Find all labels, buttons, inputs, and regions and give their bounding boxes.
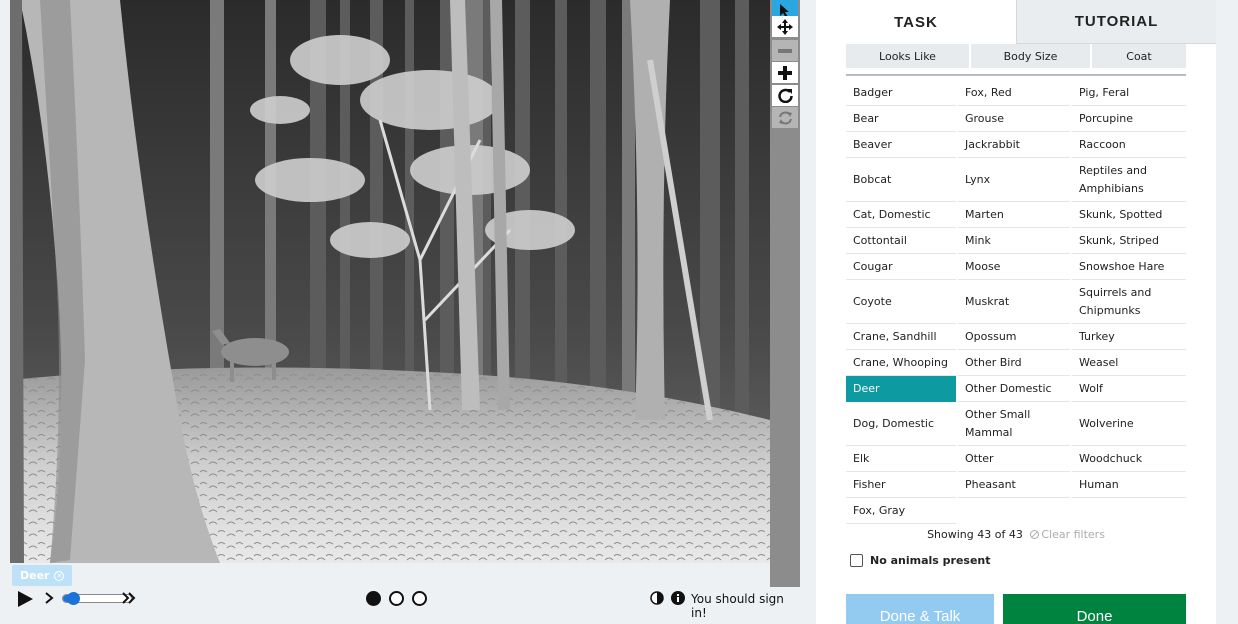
subject-tag[interactable]: Deer ✕ — [12, 565, 73, 586]
zoom-out-button[interactable] — [772, 40, 798, 61]
species-option[interactable]: Coyote — [846, 280, 956, 324]
play-icon[interactable] — [16, 590, 34, 608]
species-option[interactable]: Mink — [958, 228, 1070, 254]
species-option[interactable]: Lynx — [958, 158, 1070, 202]
species-option[interactable]: Raccoon — [1072, 132, 1186, 158]
classifier-page: Deer ✕ You should sign in! TASK TUTORIAL… — [0, 0, 1238, 624]
viewer-toolbar — [770, 0, 800, 587]
species-option[interactable]: Other Small Mammal — [958, 402, 1070, 446]
species-option[interactable]: Crane, Whooping — [846, 350, 956, 376]
filter-looks-like[interactable]: Looks Like — [846, 44, 969, 68]
species-option[interactable]: Badger — [846, 80, 956, 106]
done-and-talk-button[interactable]: Done & Talk — [846, 594, 994, 624]
species-option[interactable]: Pheasant — [958, 472, 1070, 498]
species-option[interactable]: Fox, Red — [958, 80, 1070, 106]
species-option[interactable]: Wolf — [1072, 376, 1186, 402]
species-option[interactable]: Reptiles and Amphibians — [1072, 158, 1186, 202]
filter-bar: Looks Like Body Size Coat — [846, 44, 1186, 68]
frame-selector — [366, 591, 427, 606]
species-option[interactable]: Beaver — [846, 132, 956, 158]
species-option[interactable]: Bobcat — [846, 158, 956, 202]
species-option[interactable]: Wolverine — [1072, 402, 1186, 446]
tab-task[interactable]: TASK — [816, 0, 1016, 44]
reset-icon — [778, 111, 792, 124]
showing-count: Showing 43 of 43 Clear filters — [846, 528, 1186, 541]
species-option[interactable]: Porcupine — [1072, 106, 1186, 132]
species-option[interactable]: Crane, Sandhill — [846, 324, 956, 350]
no-animals-label: No animals present — [870, 554, 991, 567]
move-icon — [777, 18, 793, 35]
species-option[interactable]: Cougar — [846, 254, 956, 280]
reset-button[interactable] — [772, 107, 798, 128]
species-option[interactable]: Grouse — [958, 106, 1070, 132]
species-grid: Badger Bear Beaver Bobcat Cat, Domestic Cotto… — [846, 80, 1186, 524]
subject-tag-label: Deer — [20, 569, 50, 582]
no-animals-checkbox[interactable] — [850, 554, 863, 567]
no-animals-option[interactable]: No animals present — [850, 554, 991, 567]
species-option[interactable]: Snowshoe Hare — [1072, 254, 1186, 280]
species-option[interactable]: Skunk, Spotted — [1072, 202, 1186, 228]
species-option[interactable]: Turkey — [1072, 324, 1186, 350]
frame-dot[interactable] — [389, 591, 404, 606]
species-option[interactable]: Squirrels and Chipmunks — [1072, 280, 1186, 324]
species-option[interactable]: Bear — [846, 106, 956, 132]
species-option[interactable]: Deer — [846, 376, 956, 402]
tab-tutorial[interactable]: TUTORIAL — [1016, 0, 1216, 44]
species-option[interactable]: Dog, Domestic — [846, 402, 956, 446]
camera-trap-photo — [10, 0, 770, 563]
zoom-in-icon — [778, 65, 792, 80]
species-option[interactable]: Jackrabbit — [958, 132, 1070, 158]
close-circle-icon[interactable]: ✕ — [54, 570, 65, 581]
filter-divider — [846, 74, 1186, 76]
clear-filters-label: Clear filters — [1041, 528, 1105, 541]
panel-tabs: TASK TUTORIAL — [816, 0, 1216, 44]
frame-dot[interactable] — [412, 591, 427, 606]
species-option[interactable]: Skunk, Striped — [1072, 228, 1186, 254]
speed-slider-thumb[interactable] — [67, 592, 81, 605]
signin-message: You should sign in! — [691, 592, 784, 620]
species-option[interactable]: Other Domestic — [958, 376, 1070, 402]
species-option[interactable]: Otter — [958, 446, 1070, 472]
species-option[interactable]: Other Bird — [958, 350, 1070, 376]
ban-icon — [1030, 530, 1040, 539]
done-button[interactable]: Done — [1003, 594, 1186, 624]
species-option[interactable]: Muskrat — [958, 280, 1070, 324]
species-option[interactable]: Pig, Feral — [1072, 80, 1186, 106]
fast-forward-icon[interactable] — [122, 592, 136, 604]
species-option[interactable]: Elk — [846, 446, 956, 472]
species-column-1: Badger Bear Beaver Bobcat Cat, Domestic Cotto… — [846, 80, 956, 524]
species-option[interactable]: Cat, Domestic — [846, 202, 956, 228]
species-option[interactable]: Human — [1072, 472, 1186, 498]
frame-dot[interactable] — [366, 591, 381, 606]
species-column-3: Pig, Feral Porcupine Raccoon Reptiles and A… — [1072, 80, 1186, 524]
species-option[interactable]: Opossum — [958, 324, 1070, 350]
species-option[interactable]: Woodchuck — [1072, 446, 1186, 472]
showing-count-text: Showing 43 of 43 — [927, 528, 1023, 541]
species-column-2: Fox, Red Grouse Jackrabbit Lynx Marten Mink Mo… — [958, 80, 1070, 524]
info-icon[interactable] — [671, 591, 685, 605]
species-option[interactable]: Weasel — [1072, 350, 1186, 376]
filter-body-size[interactable]: Body Size — [971, 44, 1090, 68]
step-forward-icon[interactable] — [44, 592, 54, 604]
zoom-in-button[interactable] — [772, 62, 798, 83]
species-option[interactable]: Fisher — [846, 472, 956, 498]
species-option[interactable]: Marten — [958, 202, 1070, 228]
clear-filters-link[interactable]: Clear filters — [1030, 528, 1105, 541]
species-option[interactable]: Moose — [958, 254, 1070, 280]
move-tool-button[interactable] — [772, 16, 798, 37]
species-option[interactable]: Fox, Gray — [846, 498, 956, 524]
zoom-out-icon — [778, 48, 792, 53]
task-panel: TASK TUTORIAL Looks Like Body Size Coat … — [816, 0, 1216, 624]
contrast-icon[interactable] — [650, 591, 664, 605]
filter-coat[interactable]: Coat — [1092, 44, 1186, 68]
rotate-button[interactable] — [772, 85, 798, 106]
rotate-icon — [777, 88, 793, 103]
playback-controls: You should sign in! — [10, 588, 802, 620]
subject-image[interactable] — [10, 0, 770, 563]
species-option[interactable]: Cottontail — [846, 228, 956, 254]
